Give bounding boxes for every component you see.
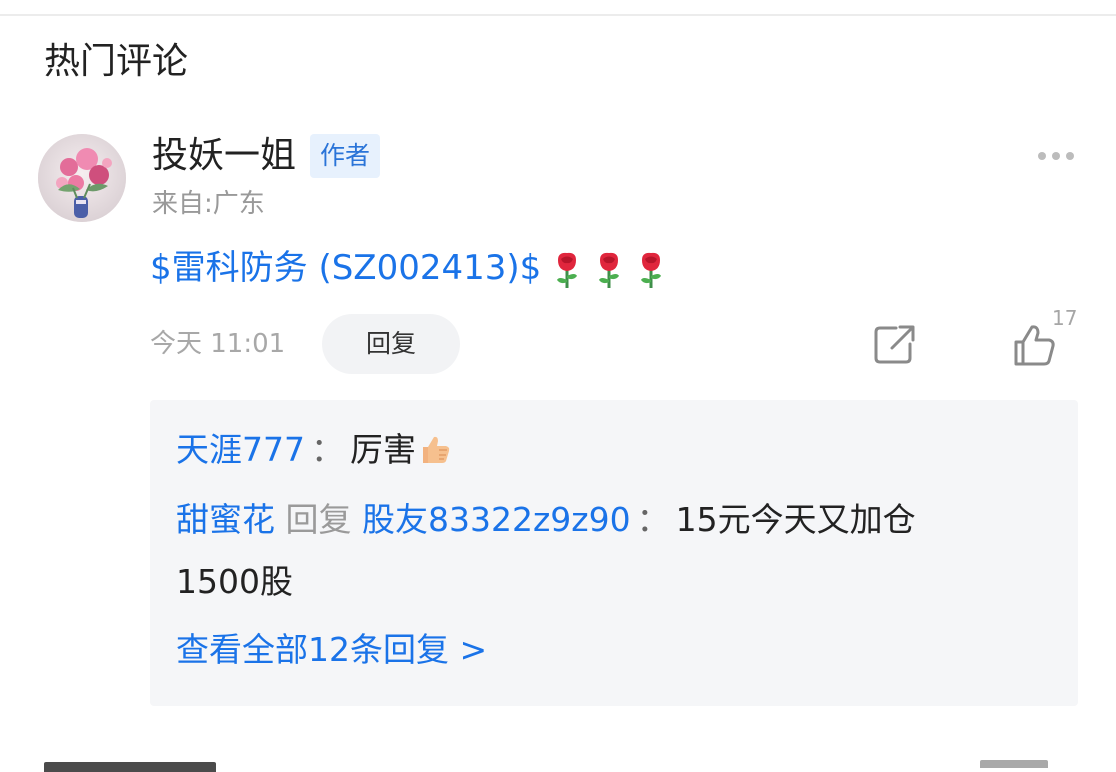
reply-user[interactable]: 天涯777 — [176, 430, 305, 469]
comment-location: 来自:广东 — [152, 189, 265, 219]
avatar[interactable] — [38, 134, 126, 222]
rose-emojis — [541, 244, 667, 292]
author-name[interactable]: 投妖一姐 — [152, 134, 296, 178]
reply-button[interactable]: 回复 — [322, 314, 460, 374]
reply-text: 厉害 — [350, 430, 416, 469]
reply-item[interactable]: 甜蜜花 回复 股友83322z9z90： 15元今天又加仓 — [176, 500, 916, 540]
rose-icon — [551, 250, 583, 290]
comment-timestamp: 今天 11:01 — [150, 329, 286, 359]
reply-separator: ： — [636, 500, 670, 539]
section-title: 热门评论 — [44, 41, 189, 82]
thumb-up-icon — [1014, 325, 1055, 366]
like-button[interactable]: 17 — [1010, 306, 1082, 368]
reply-text: 15元今天又加仓 — [675, 500, 916, 539]
thumbs-up-emoji-icon — [423, 436, 450, 463]
reply-item[interactable]: 天涯777：厉害 — [176, 430, 452, 470]
reply-target-user[interactable]: 股友83322z9z90 — [362, 500, 631, 539]
reply-text-continued: 1500股 — [176, 562, 293, 601]
more-dots-icon[interactable] — [1032, 142, 1080, 170]
replies-box: 天涯777：厉害 甜蜜花 回复 股友83322z9z90： 15元今天又加仓 15… — [150, 400, 1078, 706]
reply-user[interactable]: 甜蜜花 — [176, 500, 275, 539]
rose-icon — [635, 250, 667, 290]
cropped-section-heading — [44, 758, 264, 772]
avatar-image — [38, 134, 126, 222]
cropped-sort-option[interactable] — [980, 758, 1052, 768]
top-divider — [0, 0, 1116, 16]
reply-separator: ： — [311, 430, 344, 469]
comment-content: $雷科防务 (SZ002413)$ — [150, 244, 667, 292]
like-count: 17 — [1052, 306, 1078, 330]
reply-word: 回复 — [285, 500, 352, 539]
stock-link[interactable]: $雷科防务 (SZ002413)$ — [150, 244, 541, 292]
author-badge: 作者 — [310, 134, 380, 178]
view-all-replies-link[interactable]: 查看全部12条回复 > — [176, 630, 487, 670]
share-icon[interactable] — [872, 322, 918, 366]
rose-icon — [593, 250, 625, 290]
